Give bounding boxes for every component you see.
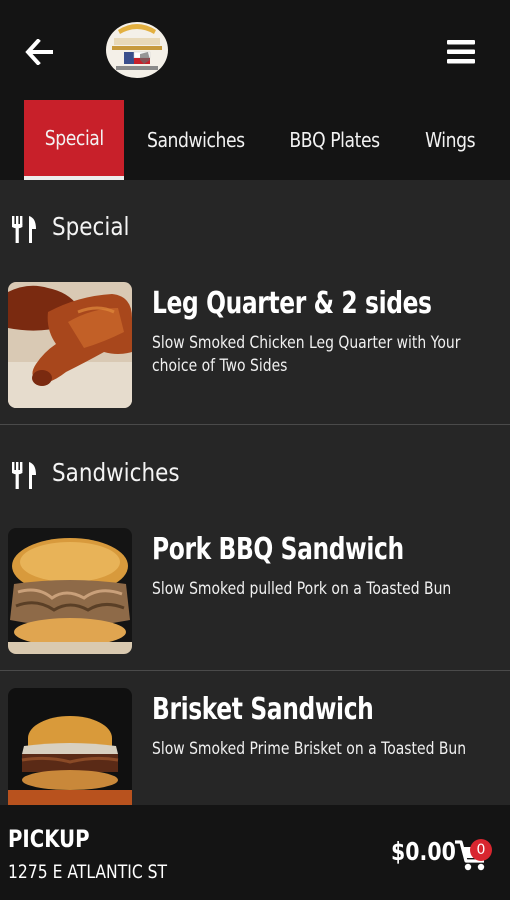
item-description: Slow Smoked Prime Brisket on a Toasted B… xyxy=(152,739,467,759)
tab-wings[interactable]: Wings xyxy=(412,100,488,180)
item-image-brisket-sandwich xyxy=(8,688,132,805)
menu-item[interactable]: Pork BBQ Sandwich Slow Smoked pulled Por… xyxy=(0,526,510,654)
tab-sandwiches[interactable]: Sandwiches xyxy=(140,100,252,180)
item-title: Pork BBQ Sandwich xyxy=(152,532,404,567)
menu-item[interactable]: Brisket Sandwich Slow Smoked Prime Brisk… xyxy=(0,686,510,805)
hamburger-menu-icon xyxy=(447,40,475,64)
tab-label: Sandwiches xyxy=(147,128,245,152)
menu-item[interactable]: Leg Quarter & 2 sides Slow Smoked Chicke… xyxy=(0,280,510,408)
item-title: Leg Quarter & 2 sides xyxy=(152,286,432,321)
item-description: Slow Smoked Chicken Leg Quarter with You… xyxy=(152,333,461,376)
restaurant-logo xyxy=(104,16,170,82)
pickup-address: 1275 E ATLANTIC ST xyxy=(8,861,168,883)
order-footer: PICKUP 1275 E ATLANTIC ST $0.00 0 xyxy=(0,805,510,900)
order-type-label[interactable]: PICKUP xyxy=(8,825,90,853)
tab-label: BBQ Plates xyxy=(288,128,380,152)
back-button[interactable] xyxy=(20,32,60,72)
app-bar xyxy=(0,0,510,100)
item-image-pork-sandwich xyxy=(8,528,132,654)
item-description: Slow Smoked pulled Pork on a Toasted Bun xyxy=(152,579,452,599)
arrow-left-icon xyxy=(25,39,53,65)
tab-special[interactable]: Special xyxy=(24,100,124,180)
cart-count-badge: 0 xyxy=(470,839,492,861)
fork-knife-icon xyxy=(12,462,36,489)
tab-bbq-plates[interactable]: BBQ Plates xyxy=(278,100,390,180)
divider xyxy=(0,670,510,671)
divider xyxy=(0,424,510,425)
section-header-special: Special xyxy=(0,196,510,262)
section-title: Special xyxy=(52,212,130,241)
menu-list[interactable]: Special Leg Quarter & 2 sides Slow Smoke… xyxy=(0,180,510,805)
section-title: Sandwiches xyxy=(52,458,180,487)
menu-button[interactable] xyxy=(440,32,482,72)
category-tabs: Special Sandwiches BBQ Plates Wings xyxy=(0,100,510,180)
item-image-chicken xyxy=(8,282,132,408)
tab-label: Wings xyxy=(424,128,476,152)
section-header-sandwiches: Sandwiches xyxy=(0,442,510,508)
cart-button[interactable]: 0 xyxy=(454,835,498,875)
tab-label: Special xyxy=(44,126,104,150)
item-title: Brisket Sandwich xyxy=(152,692,374,727)
cart-total: $0.00 xyxy=(391,837,456,866)
fork-knife-icon xyxy=(12,216,36,243)
